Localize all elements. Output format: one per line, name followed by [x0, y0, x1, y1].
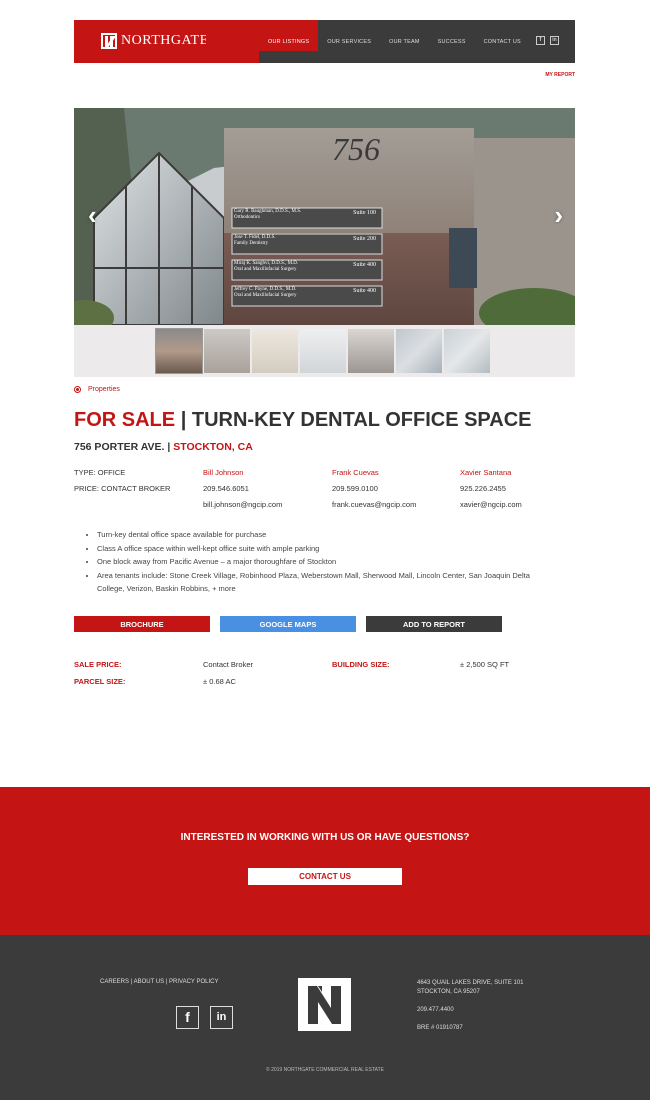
- broker-email[interactable]: frank.cuevas@ngcip.com: [332, 497, 416, 513]
- city-state: STOCKTON, CA: [173, 441, 253, 453]
- footer-logo[interactable]: [298, 978, 351, 1031]
- listing-address: 756 PORTER AVE. | STOCKTON, CA: [74, 441, 253, 453]
- linkedin-icon[interactable]: in: [210, 1006, 233, 1029]
- building-sign: Jose T. Fidel, D.D.S. Family Dentistry Sui…: [234, 235, 380, 253]
- sign-suite: Suite 100: [353, 210, 376, 216]
- nav-our-listings[interactable]: OUR LISTINGS: [259, 20, 319, 51]
- chevron-left-icon[interactable]: ‹: [88, 200, 97, 231]
- breadcrumb[interactable]: Properties: [74, 386, 120, 393]
- listing-status: FOR SALE: [74, 409, 176, 431]
- contact-us-button[interactable]: CONTACT US: [248, 868, 402, 885]
- broker-phone[interactable]: 209.546.6051: [203, 481, 282, 497]
- copyright: © 2019 NORTHGATE COMMERCIAL REAL ESTATE: [266, 1067, 384, 1073]
- svg-text:756: 756: [332, 131, 380, 167]
- main-nav: OUR LISTINGS OUR SERVICES OUR TEAM SUCCE…: [259, 20, 530, 63]
- linkedin-icon[interactable]: in: [550, 36, 559, 45]
- footer-phone[interactable]: 209.477.4400: [417, 1006, 524, 1015]
- list-item: Area tenants include: Stone Creek Villag…: [97, 569, 556, 596]
- site-footer: CAREERS | ABOUT US | PRIVACY POLICY f in…: [0, 935, 650, 1100]
- sign-suite: Suite 400: [353, 262, 376, 268]
- broker-name[interactable]: Frank Cuevas: [332, 465, 416, 481]
- nav-success[interactable]: SUCCESS: [429, 20, 475, 63]
- address-separator: |: [167, 441, 171, 453]
- broker-phone[interactable]: 209.599.0100: [332, 481, 416, 497]
- hero-image: 756 Gary R. Baughman, D.D.S., M.S. Orthod…: [74, 108, 575, 325]
- broker-card: Xavier Santana 925.226.2455 xavier@ngcip…: [460, 465, 522, 513]
- address-line-1: 4643 QUAIL LAKES DRIVE, SUITE 101: [417, 980, 524, 986]
- street-address: 756 PORTER AVE.: [74, 441, 165, 453]
- list-item: Class A office space within well-kept of…: [97, 542, 556, 556]
- contact-cta-section: INTERESTED IN WORKING WITH US OR HAVE QU…: [0, 787, 650, 935]
- brochure-button[interactable]: BROCHURE: [74, 616, 210, 632]
- nav-contact-us[interactable]: CONTACT US: [475, 20, 530, 63]
- broker-name[interactable]: Xavier Santana: [460, 465, 522, 481]
- property-price: PRICE: CONTACT BROKER: [74, 484, 171, 493]
- building-sign: Jeffrey C. Payne, D.D.S., M.D. Oral and M…: [234, 287, 380, 305]
- bre-number: BRE # 01910787: [417, 1025, 463, 1031]
- listing-title: FOR SALE | TURN-KEY DENTAL OFFICE SPACE: [74, 409, 532, 432]
- footer-links[interactable]: CAREERS | ABOUT US | PRIVACY POLICY: [100, 979, 219, 985]
- thumbnail[interactable]: [155, 328, 203, 374]
- cta-heading: INTERESTED IN WORKING WITH US OR HAVE QU…: [180, 832, 470, 843]
- sign-suite: Suite 400: [353, 288, 376, 294]
- building-size-label: BUILDING SIZE:: [332, 660, 390, 669]
- image-slider: 756 Gary R. Baughman, D.D.S., M.S. Orthod…: [74, 108, 575, 377]
- nav-our-team[interactable]: OUR TEAM: [380, 20, 429, 63]
- property-type: TYPE: OFFICE: [74, 468, 126, 477]
- northgate-logo-icon: [101, 33, 117, 49]
- broker-card: Frank Cuevas 209.599.0100 frank.cuevas@n…: [332, 465, 416, 513]
- facebook-icon[interactable]: f: [536, 36, 545, 45]
- google-maps-button[interactable]: GOOGLE MAPS: [220, 616, 356, 632]
- building-sign: Gary R. Baughman, D.D.S., M.S. Orthodonti…: [234, 209, 380, 227]
- broker-name[interactable]: Bill Johnson: [203, 465, 282, 481]
- broker-email[interactable]: bill.johnson@ngcip.com: [203, 497, 282, 513]
- sale-price-label: SALE PRICE:: [74, 660, 122, 669]
- thumbnail-strip: [155, 328, 490, 374]
- my-report-link[interactable]: MY REPORT: [545, 72, 575, 78]
- property-highlights: Turn-key dental office space available f…: [86, 528, 556, 596]
- list-item: Turn-key dental office space available f…: [97, 528, 556, 542]
- thumbnail[interactable]: [396, 329, 442, 373]
- thumbnail[interactable]: [348, 329, 394, 373]
- chevron-right-icon[interactable]: ›: [554, 200, 563, 231]
- building-size-value: ± 2,500 SQ FT: [460, 660, 510, 669]
- list-item: One block away from Pacific Avenue – a m…: [97, 555, 556, 569]
- footer-address: 4643 QUAIL LAKES DRIVE, SUITE 101 STOCKT…: [417, 979, 524, 1033]
- listing-name: TURN-KEY DENTAL OFFICE SPACE: [191, 409, 532, 431]
- logo-diagonal: [206, 20, 260, 63]
- sale-price-value: Contact Broker: [203, 660, 254, 669]
- back-circle-icon: [74, 386, 81, 393]
- title-separator: |: [180, 409, 187, 431]
- sign-suite: Suite 200: [353, 236, 376, 242]
- thumbnail[interactable]: [444, 329, 490, 373]
- thumbnail[interactable]: [300, 329, 346, 373]
- property-type-col: TYPE: OFFICE PRICE: CONTACT BROKER: [74, 465, 170, 497]
- broker-card: Bill Johnson 209.546.6051 bill.johnson@n…: [203, 465, 282, 513]
- add-to-report-button[interactable]: ADD TO REPORT: [366, 616, 502, 632]
- nav-our-services[interactable]: OUR SERVICES: [318, 20, 380, 63]
- thumbnail[interactable]: [252, 329, 298, 373]
- facebook-icon[interactable]: f: [176, 1006, 199, 1029]
- breadcrumb-label: Properties: [88, 386, 120, 393]
- thumbnail[interactable]: [204, 329, 250, 373]
- address-line-2: STOCKTON, CA 95207: [417, 989, 480, 995]
- brand-name: NORTHGATE: [121, 33, 209, 48]
- building-sign: Miraj K. Sanghvi, D.D.S., M.D. Oral and M…: [234, 261, 380, 279]
- parcel-size-label: PARCEL SIZE:: [74, 677, 126, 686]
- parcel-size-value: ± 0.68 AC: [203, 677, 236, 686]
- northgate-logo-icon: [298, 978, 351, 1031]
- site-header: NORTHGATE OUR LISTINGS OUR SERVICES OUR …: [74, 20, 575, 63]
- broker-email[interactable]: xavier@ngcip.com: [460, 497, 522, 513]
- broker-phone[interactable]: 925.226.2455: [460, 481, 522, 497]
